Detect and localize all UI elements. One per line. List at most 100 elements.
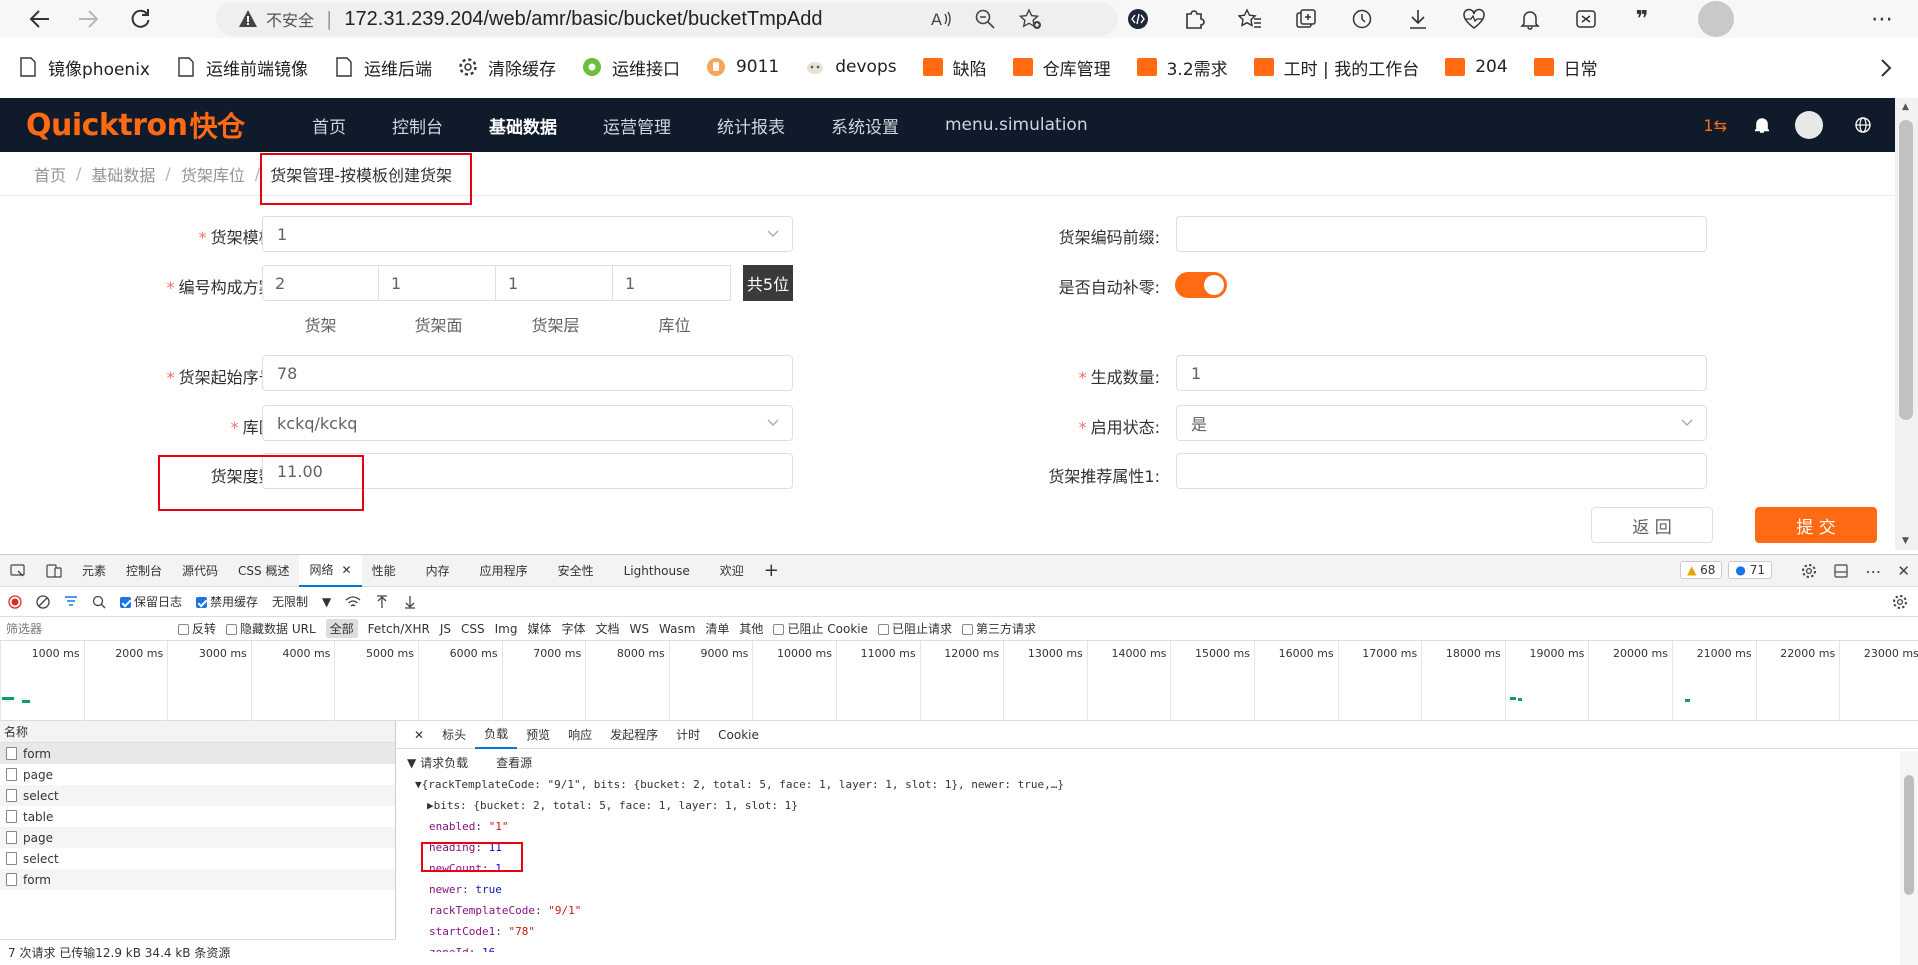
bookmark-item[interactable]: 日常: [1533, 55, 1598, 80]
view-source-link[interactable]: 查看源: [496, 756, 532, 770]
download-icon[interactable]: [1390, 0, 1446, 38]
request-row[interactable]: page: [0, 827, 395, 848]
bookmark-item[interactable]: 缺陷: [922, 55, 987, 80]
devtools-tab-console[interactable]: 控制台: [116, 555, 172, 587]
filter-type-img[interactable]: Img: [495, 622, 518, 636]
close-detail-icon[interactable]: ✕: [405, 721, 433, 749]
auto-pad-switch[interactable]: [1175, 272, 1227, 298]
more-options-icon[interactable]: ⋯: [1865, 562, 1881, 581]
detail-tab-response[interactable]: 响应: [559, 721, 601, 749]
read-aloud-icon[interactable]: A: [930, 8, 952, 30]
invert-checkbox[interactable]: 反转: [178, 620, 216, 637]
scroll-up-icon[interactable]: ▲: [1902, 102, 1909, 112]
scroll-thumb[interactable]: [1899, 120, 1913, 420]
collections-icon[interactable]: [1278, 0, 1334, 38]
quote-icon[interactable]: ❞: [1614, 0, 1670, 38]
recommend-attr-input[interactable]: [1176, 453, 1707, 489]
breadcrumb-basic-data[interactable]: 基础数据: [91, 162, 155, 186]
user-avatar[interactable]: [1795, 111, 1823, 139]
bookmark-item[interactable]: 镜像phoenix: [18, 55, 150, 80]
settings-gear-icon[interactable]: [1801, 563, 1817, 579]
detail-tab-payload[interactable]: 负载: [475, 721, 518, 749]
filter-type-doc[interactable]: 文档: [596, 620, 620, 637]
request-row[interactable]: table: [0, 806, 395, 827]
filter-type-fetch[interactable]: Fetch/XHR: [368, 622, 430, 636]
detail-tab-initiator[interactable]: 发起程序: [601, 721, 667, 749]
gen-count-input[interactable]: 1: [1176, 355, 1707, 391]
menu-item-operations[interactable]: 运营管理: [603, 113, 671, 138]
filter-type-other[interactable]: 其他: [739, 620, 763, 637]
filter-type-wasm[interactable]: Wasm: [659, 622, 695, 636]
import-icon[interactable]: [375, 594, 389, 609]
clear-icon[interactable]: [36, 594, 50, 609]
bookmark-item[interactable]: 运维前端镜像: [176, 55, 308, 80]
devtools-tab-css-overview[interactable]: CSS 概述: [228, 555, 299, 587]
devtools-tab-welcome[interactable]: 欢迎: [710, 555, 754, 587]
breadcrumb-home[interactable]: 首页: [34, 162, 66, 186]
menu-item-basic-data[interactable]: 基础数据: [489, 113, 557, 138]
notification-bell-icon[interactable]: [1502, 0, 1558, 38]
bookmark-item[interactable]: 3.2需求: [1136, 55, 1228, 80]
health-icon[interactable]: [1446, 0, 1502, 38]
devtools-extension-icon[interactable]: [1110, 0, 1166, 38]
capture-icon[interactable]: [1558, 0, 1614, 38]
devtools-tab-performance[interactable]: 性能: [362, 555, 406, 587]
breadcrumb-rack-slots[interactable]: 货架库位: [181, 162, 245, 186]
devtools-tab-elements[interactable]: 元素: [72, 555, 116, 587]
third-party-checkbox[interactable]: 第三方请求: [962, 620, 1036, 637]
back-icon[interactable]: [22, 0, 58, 38]
extensions-icon[interactable]: [1166, 0, 1222, 38]
scroll-thumb[interactable]: [1904, 775, 1914, 895]
inspect-icon[interactable]: [0, 555, 36, 587]
profile-avatar[interactable]: [1698, 1, 1734, 37]
payload-bits-line[interactable]: ▶bits: {bucket: 2, total: 5, face: 1, la…: [407, 795, 1918, 816]
detail-scrollbar[interactable]: [1900, 751, 1918, 965]
filter-type-manifest[interactable]: 清单: [705, 620, 729, 637]
start-no-input[interactable]: 78: [262, 355, 793, 391]
bookmark-item[interactable]: 运维接口: [582, 55, 680, 80]
filter-type-all[interactable]: 全部: [325, 619, 358, 638]
close-devtools-icon[interactable]: ✕: [1897, 562, 1910, 580]
detail-tab-timing[interactable]: 计时: [667, 721, 709, 749]
devtools-tab-application[interactable]: 应用程序: [470, 555, 538, 587]
menu-item-reports[interactable]: 统计报表: [717, 113, 785, 138]
globe-icon[interactable]: [1855, 117, 1871, 133]
bell-icon[interactable]: [1755, 117, 1769, 133]
scheme-slot-input[interactable]: 1: [612, 265, 731, 301]
hide-data-url-checkbox[interactable]: 隐藏数据 URL: [226, 620, 316, 637]
url-text[interactable]: 172.31.239.204/web/amr/basic/bucket/buck…: [344, 8, 822, 31]
add-tab-icon[interactable]: +: [754, 555, 789, 587]
address-bar[interactable]: 不安全 | 172.31.239.204/web/amr/basic/bucke…: [216, 2, 1118, 36]
more-menu-icon[interactable]: ⋯: [1862, 0, 1902, 38]
filter-type-js[interactable]: JS: [440, 622, 451, 636]
devtools-tab-network[interactable]: 网络 ✕: [299, 554, 362, 587]
bookmark-item[interactable]: 9011: [706, 57, 779, 77]
request-row[interactable]: form: [0, 869, 395, 890]
network-timeline[interactable]: 1000 ms 2000 ms 3000 ms 4000 ms 5000 ms 6000 …: [0, 641, 1918, 721]
zoom-icon[interactable]: [974, 8, 996, 30]
menu-item-console[interactable]: 控制台: [392, 113, 443, 138]
code-prefix-input[interactable]: [1176, 216, 1707, 252]
bookmark-item[interactable]: devops: [805, 57, 897, 77]
filter-type-css[interactable]: CSS: [461, 622, 485, 636]
filter-type-ws[interactable]: WS: [630, 622, 649, 636]
export-icon[interactable]: [403, 595, 417, 609]
favorites-icon[interactable]: [1222, 0, 1278, 38]
bookmark-item[interactable]: 仓库管理: [1012, 55, 1111, 80]
search-icon[interactable]: [92, 595, 106, 609]
devtools-tab-lighthouse[interactable]: Lighthouse: [614, 555, 700, 587]
device-icon[interactable]: [36, 555, 72, 587]
filter-type-media[interactable]: 媒体: [527, 620, 551, 637]
close-icon[interactable]: ✕: [342, 563, 352, 577]
throttle-select[interactable]: 无限制 ▼: [272, 593, 331, 610]
dock-icon[interactable]: [1833, 563, 1849, 579]
filter-input[interactable]: 筛选器: [0, 620, 170, 637]
history-icon[interactable]: [1334, 0, 1390, 38]
scheme-layer-input[interactable]: 1: [495, 265, 613, 301]
payload-section-header[interactable]: ▼ 请求负载 查看源: [407, 753, 1918, 774]
wifi-settings-icon[interactable]: [345, 595, 361, 609]
reload-icon[interactable]: [122, 0, 158, 38]
bookmark-item[interactable]: 清除缓存: [458, 55, 556, 80]
detail-tab-headers[interactable]: 标头: [433, 721, 475, 749]
scroll-down-icon[interactable]: ▼: [1902, 536, 1909, 546]
